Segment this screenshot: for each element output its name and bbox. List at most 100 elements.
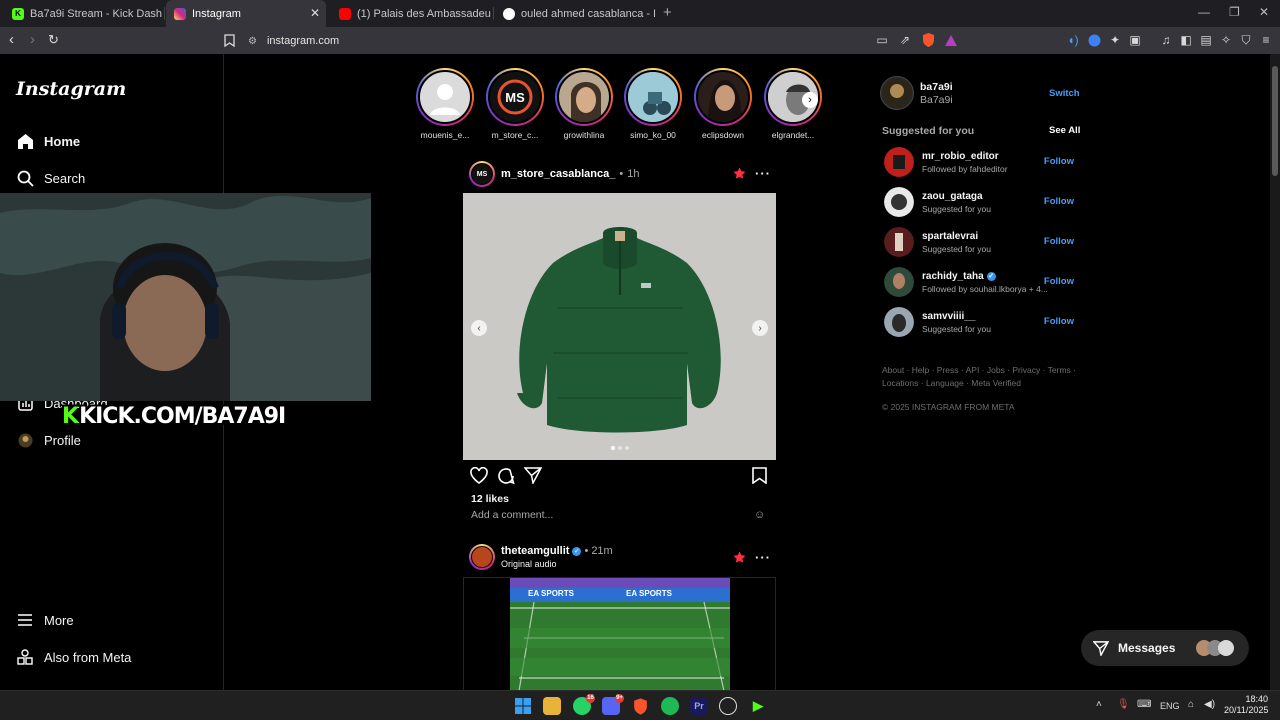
suggested-username[interactable]: rachidy_taha ✓: [922, 271, 996, 282]
file-explorer-icon[interactable]: [543, 697, 561, 715]
post-author-avatar[interactable]: [469, 544, 495, 570]
kick-streamer-icon[interactable]: ▶: [749, 697, 767, 715]
suggested-username[interactable]: spartalevrai: [922, 231, 978, 242]
url-field[interactable]: ⚙ instagram.com: [248, 31, 968, 51]
carousel-prev-button[interactable]: ‹: [471, 320, 487, 336]
share-send-icon[interactable]: [523, 467, 544, 487]
comment-input[interactable]: Add a comment...: [471, 509, 553, 521]
new-tab-button[interactable]: +: [663, 4, 672, 21]
favorite-star-icon[interactable]: [733, 167, 746, 183]
screenshot-icon[interactable]: ▣: [1128, 33, 1142, 47]
back-button[interactable]: ‹: [9, 31, 14, 48]
page-scrollbar[interactable]: [1270, 54, 1280, 690]
tab-kick-dashboard[interactable]: K Ba7a9i Stream - Kick Dashboard: [4, 0, 162, 27]
premiere-pro-icon[interactable]: Pr: [690, 697, 708, 715]
carousel-next-button[interactable]: ›: [752, 320, 768, 336]
translate-icon[interactable]: ◖): [1066, 33, 1080, 47]
account-avatar[interactable]: [880, 76, 914, 110]
menu-icon[interactable]: ≡: [1259, 33, 1273, 47]
nav-more[interactable]: More: [16, 611, 74, 629]
suggested-username[interactable]: samvviiii__: [922, 311, 975, 322]
post-author-avatar[interactable]: MS: [469, 161, 495, 187]
see-all-button[interactable]: See All: [1049, 125, 1080, 136]
emoji-icon[interactable]: ☺: [754, 509, 765, 521]
close-window-button[interactable]: ✕: [1259, 5, 1269, 19]
suggested-avatar[interactable]: [884, 227, 914, 257]
messages-button[interactable]: Messages: [1081, 630, 1249, 666]
favorite-star-icon[interactable]: [733, 551, 746, 567]
url-text: instagram.com: [266, 35, 340, 47]
save-bookmark-icon[interactable]: [752, 467, 772, 487]
whatsapp-icon[interactable]: 16: [573, 694, 595, 715]
volume-icon[interactable]: ◀): [1204, 699, 1215, 710]
switch-account-button[interactable]: Switch: [1049, 88, 1080, 99]
close-tab-icon[interactable]: ✕: [310, 6, 320, 20]
tab-google-search[interactable]: ouled ahmed casablanca - Recherche: [495, 0, 655, 27]
brave-browser-icon[interactable]: [631, 697, 649, 715]
follow-button[interactable]: Follow: [1044, 316, 1074, 327]
post-author-username[interactable]: m_store_casablanca_: [501, 168, 615, 180]
story-item[interactable]: growithlina: [553, 68, 615, 140]
follow-button[interactable]: Follow: [1044, 196, 1074, 207]
site-info-icon[interactable]: ⚙: [248, 36, 257, 47]
cast-icon[interactable]: ▭: [875, 33, 889, 47]
bookmark-icon[interactable]: [222, 33, 236, 47]
account-username[interactable]: ba7a9i: [920, 81, 953, 93]
footer-links[interactable]: About · Help · Press · API · Jobs · Priv…: [882, 364, 1082, 390]
spotify-icon[interactable]: [661, 697, 679, 715]
share-icon[interactable]: ⇗: [898, 33, 912, 47]
like-heart-icon[interactable]: [470, 466, 490, 487]
forward-button[interactable]: ›: [30, 31, 35, 48]
brave-rewards-icon[interactable]: [944, 33, 958, 47]
story-item[interactable]: simo_ko_00: [622, 68, 684, 140]
likes-count[interactable]: 12 likes: [471, 493, 509, 505]
minimize-button[interactable]: —: [1198, 5, 1210, 19]
nav-profile[interactable]: Profile: [16, 431, 81, 449]
sidebar-toggle-icon[interactable]: ◧: [1179, 33, 1193, 47]
wallet-icon[interactable]: ▤: [1199, 33, 1213, 47]
suggested-username[interactable]: zaou_gataga: [922, 191, 983, 202]
suggested-username[interactable]: mr_robio_editor: [922, 151, 999, 162]
extensions-puzzle-icon[interactable]: ✦: [1108, 33, 1122, 47]
post-author-username[interactable]: theteamgullit: [501, 545, 569, 557]
microphone-icon[interactable]: 🎙: [1117, 699, 1130, 710]
post-image[interactable]: ‹ ›: [463, 193, 776, 460]
stories-next-button[interactable]: ›: [802, 92, 818, 108]
suggested-avatar[interactable]: [884, 267, 914, 297]
obs-icon[interactable]: [719, 697, 737, 715]
post-options-icon[interactable]: ···: [755, 550, 771, 565]
tab-instagram[interactable]: Instagram ✕: [166, 0, 326, 27]
comment-bubble-icon[interactable]: [497, 467, 517, 487]
story-item[interactable]: eclipsdown: [692, 68, 754, 140]
discord-icon[interactable]: 9+: [602, 694, 624, 715]
instagram-logo[interactable]: Instagram: [16, 78, 126, 100]
nav-search[interactable]: Search: [16, 169, 85, 187]
suggested-avatar[interactable]: [884, 147, 914, 177]
reload-button[interactable]: ↻: [48, 32, 59, 48]
story-item[interactable]: MS m_store_c...: [484, 68, 546, 140]
follow-button[interactable]: Follow: [1044, 156, 1074, 167]
vpn-shield-icon[interactable]: ⛉: [1239, 33, 1253, 47]
post-options-icon[interactable]: ···: [755, 166, 771, 181]
suggested-avatar[interactable]: [884, 307, 914, 337]
follow-button[interactable]: Follow: [1044, 236, 1074, 247]
network-icon[interactable]: ⌂: [1188, 699, 1194, 710]
language-indicator[interactable]: ENG: [1160, 701, 1180, 711]
leo-ai-icon[interactable]: ✧: [1219, 33, 1233, 47]
post-audio[interactable]: Original audio: [501, 559, 613, 569]
tray-overflow-icon[interactable]: ˄: [1096, 699, 1102, 710]
brave-shield-icon[interactable]: [921, 33, 935, 47]
nav-home[interactable]: Home: [16, 132, 80, 150]
post-video[interactable]: EA SPORTS EA SPORTS: [463, 577, 776, 690]
windows-start-icon[interactable]: [514, 697, 532, 715]
keyboard-icon[interactable]: ⌨: [1137, 699, 1151, 710]
system-clock[interactable]: 18:40 20/11/2025: [1224, 694, 1268, 716]
follow-button[interactable]: Follow: [1044, 276, 1074, 287]
story-item[interactable]: mouenis_e...: [414, 68, 476, 140]
tab-youtube[interactable]: (1) Palais des Ambassadeurs - Casabl: [331, 0, 491, 27]
nav-also-from-meta[interactable]: Also from Meta: [16, 648, 131, 666]
media-icon[interactable]: ♫: [1159, 33, 1173, 47]
suggested-avatar[interactable]: [884, 187, 914, 217]
extension-blue-icon[interactable]: [1087, 33, 1101, 47]
restore-button[interactable]: ❐: [1229, 5, 1240, 19]
